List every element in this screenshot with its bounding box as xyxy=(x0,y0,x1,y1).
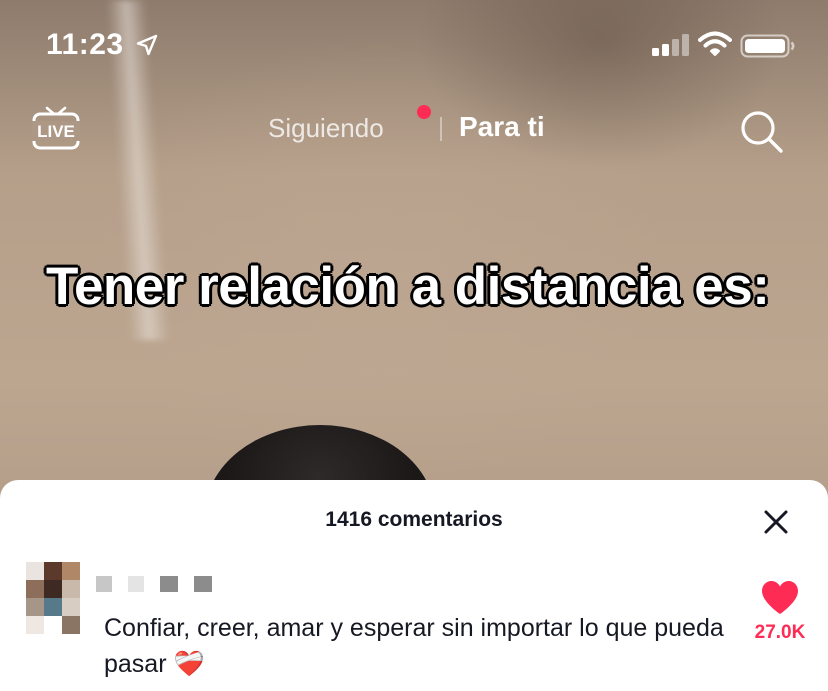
avatar[interactable] xyxy=(26,562,80,634)
tab-divider xyxy=(440,117,442,141)
wifi-icon xyxy=(698,31,732,56)
heart-bandage-emoji: ❤️‍🩹 xyxy=(173,650,205,678)
tab-siguiendo[interactable]: Siguiendo xyxy=(268,113,384,144)
tab-para-ti[interactable]: Para ti xyxy=(459,111,545,143)
close-icon[interactable] xyxy=(760,506,792,538)
live-icon[interactable]: LIVE xyxy=(32,104,80,152)
video-caption: Tener relación a distancia es: xyxy=(46,257,770,316)
username[interactable] xyxy=(96,576,226,594)
location-arrow-icon xyxy=(136,34,158,56)
heart-icon[interactable] xyxy=(760,580,800,616)
battery-icon xyxy=(740,34,795,58)
status-time: 11:23 xyxy=(46,28,124,61)
cellular-signal-icon xyxy=(652,34,689,56)
comments-sheet: 1416 comentarios Confiar, creer, amar y … xyxy=(0,480,828,691)
like-count: 27.0K xyxy=(754,622,806,643)
search-icon[interactable] xyxy=(737,107,785,155)
comment-text: Confiar, creer, amar y esperar sin impor… xyxy=(104,610,724,682)
notification-dot xyxy=(417,105,431,119)
live-label: LIVE xyxy=(37,122,75,141)
comments-count-title: 1416 comentarios xyxy=(325,508,503,531)
